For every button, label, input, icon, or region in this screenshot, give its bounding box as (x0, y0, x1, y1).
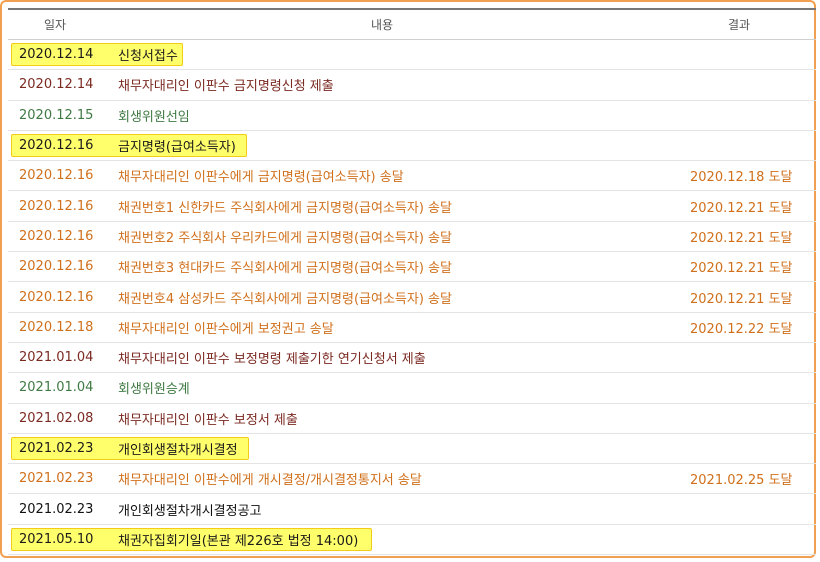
row-result: 2021.02.25 도달 (690, 473, 793, 489)
table-row: 2021.01.04 채무자대리인 이판수 보정명령 제출기한 연기신청서 제출 (8, 343, 816, 374)
row-content: 채무자대리인 이판수 보정서 제출 (118, 412, 298, 428)
table-row-highlighted: 2021.05.10 채권자집회기일(본관 제226호 법정 14:00) (8, 525, 816, 556)
row-content: 금지명령(급여소득자) (118, 140, 236, 156)
table-row: 2020.12.18 채무자대리인 이판수에게 보정권고 송달 2020.12.22… (8, 313, 816, 343)
row-content: 채권번호4 삼성카드 주식회사에게 금지명령(급여소득자) 송달 (118, 291, 452, 307)
row-result: 2020.12.18 도달 (690, 170, 793, 186)
row-content: 채무자대리인 이판수에게 금지명령(급여소득자) 송달 (118, 170, 404, 186)
table-row-highlighted: 2020.12.16 금지명령(급여소득자) (8, 131, 816, 162)
table-row: 2020.12.14 채무자대리인 이판수 금지명령신청 제출 (8, 70, 816, 101)
table-row: 2020.12.15 회생위원선임 (8, 101, 816, 131)
row-result: 2020.12.21 도달 (690, 200, 793, 216)
row-content: 채권번호3 현대카드 주식회사에게 금지명령(급여소득자) 송달 (118, 261, 452, 277)
header-content: 내용 (370, 18, 394, 32)
table-row: 2021.02.23 채무자대리인 이판수에게 개시결정/개시결정통지서 송달 20… (8, 464, 816, 495)
row-date: 2020.12.14 (19, 77, 94, 93)
row-date: 2021.02.08 (19, 410, 94, 426)
row-date: 2021.02.23 (19, 441, 94, 456)
table-row-highlighted: 2021.02.23 개인회생절차개시결정 (8, 434, 816, 465)
row-content: 개인회생절차개시결정 (118, 443, 238, 458)
row-date: 2020.12.16 (19, 259, 94, 275)
table-row: 2021.02.23 개인회생절차개시결정공고 (8, 494, 816, 525)
row-date: 2020.12.15 (19, 107, 94, 123)
row-content: 개인회생절차개시결정공고 (118, 503, 262, 519)
case-history-table: 일자 내용 결과 2020.12.14 신청서접수 2020.12.14 채무자대리인… (8, 8, 816, 556)
row-date: 2021.01.04 (19, 350, 94, 366)
row-date: 2020.12.16 (19, 198, 94, 214)
row-date: 2021.01.04 (19, 380, 94, 396)
case-history-panel: 일자 내용 결과 2020.12.14 신청서접수 2020.12.14 채무자대리인… (0, 0, 816, 558)
table-row: 2020.12.16 채권번호4 삼성카드 주식회사에게 금지명령(급여소득자) … (8, 282, 816, 313)
table-row: 2020.12.16 채권번호2 주식회사 우리카드에게 금지명령(급여소득자) … (8, 222, 816, 253)
row-date: 2021.05.10 (19, 531, 94, 547)
table-row: 2021.01.04 회생위원승계 (8, 373, 816, 404)
table-row: 2021.02.08 채무자대리인 이판수 보정서 제출 (8, 404, 816, 434)
table-row-highlighted: 2020.12.14 신청서접수 (8, 40, 816, 71)
row-content: 회생위원승계 (118, 382, 190, 398)
header-result: 결과 (727, 18, 751, 32)
row-result: 2020.12.21 도달 (690, 261, 793, 277)
row-content: 채무자대리인 이판수 금지명령신청 제출 (118, 79, 334, 95)
row-date: 2020.12.18 (19, 319, 94, 335)
row-content: 채권자집회기일(본관 제226호 법정 14:00) (118, 533, 359, 549)
row-date: 2021.02.23 (19, 471, 94, 487)
row-result: 2020.12.21 도달 (690, 291, 793, 307)
row-content: 채무자대리인 이판수 보정명령 제출기한 연기신청서 제출 (118, 352, 426, 368)
row-content: 채권번호2 주식회사 우리카드에게 금지명령(급여소득자) 송달 (118, 230, 452, 246)
row-result: 2020.12.21 도달 (690, 230, 793, 246)
row-date: 2021.02.23 (19, 501, 94, 517)
table-header: 일자 내용 결과 (8, 8, 816, 40)
row-content: 신청서접수 (118, 49, 178, 65)
row-content: 채무자대리인 이판수에게 보정권고 송달 (118, 321, 334, 337)
row-date: 2020.12.16 (19, 138, 94, 154)
row-content: 회생위원선임 (118, 109, 190, 125)
row-date: 2020.12.14 (19, 47, 94, 63)
row-result: 2020.12.22 도달 (690, 321, 793, 337)
row-date: 2020.12.16 (19, 289, 94, 305)
header-date: 일자 (43, 18, 67, 32)
row-date: 2020.12.16 (19, 228, 94, 244)
row-content: 채권번호1 신한카드 주식회사에게 금지명령(급여소득자) 송달 (118, 200, 452, 216)
table-row: 2020.12.16 채권번호3 현대카드 주식회사에게 금지명령(급여소득자) … (8, 252, 816, 283)
table-row: 2020.12.16 채무자대리인 이판수에게 금지명령(급여소득자) 송달 202… (8, 161, 816, 192)
row-date: 2020.12.16 (19, 168, 94, 184)
table-row: 2020.12.16 채권번호1 신한카드 주식회사에게 금지명령(급여소득자) … (8, 191, 816, 222)
table-body: 2020.12.14 신청서접수 2020.12.14 채무자대리인 이판수 금지명령… (8, 40, 816, 556)
row-content: 채무자대리인 이판수에게 개시결정/개시결정통지서 송달 (118, 473, 422, 489)
